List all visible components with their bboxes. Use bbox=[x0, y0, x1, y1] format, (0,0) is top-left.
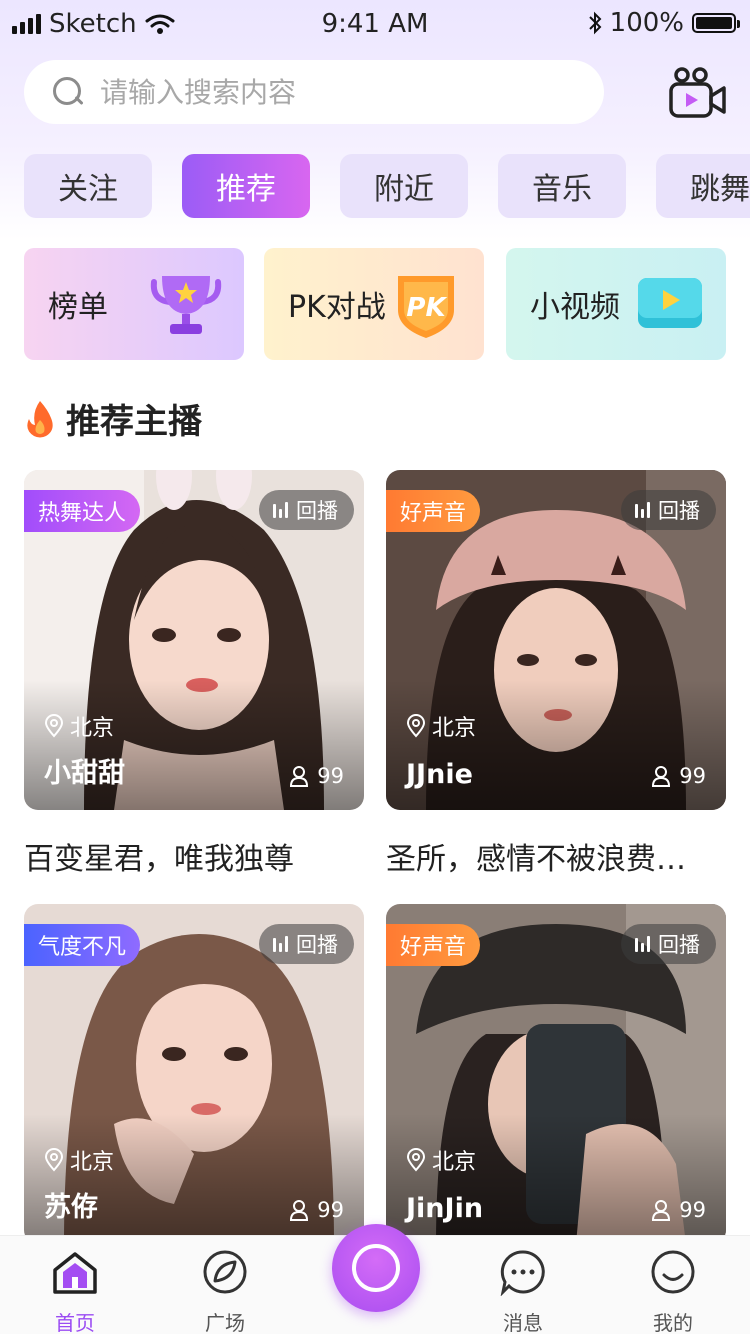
tab-nearby[interactable]: 附近 bbox=[340, 154, 468, 218]
viewer-count-value: 99 bbox=[679, 1198, 706, 1222]
nav-profile[interactable]: 我的 bbox=[618, 1246, 728, 1336]
replay-badge[interactable]: 回播 bbox=[621, 924, 716, 964]
audio-bars-icon bbox=[273, 502, 288, 518]
streamer-name: JinJin bbox=[406, 1193, 484, 1224]
photo-overlay bbox=[24, 680, 364, 810]
location-pin-icon bbox=[44, 1148, 64, 1172]
nav-profile-label: 我的 bbox=[653, 1311, 693, 1335]
message-icon bbox=[500, 1250, 545, 1297]
search-icon bbox=[52, 76, 84, 108]
location-label: 北京 bbox=[70, 1150, 115, 1175]
streamer-tag: 气度不凡 bbox=[24, 924, 141, 966]
location-pin-icon bbox=[406, 714, 426, 738]
user-icon bbox=[290, 1200, 309, 1221]
replay-label: 回播 bbox=[658, 933, 700, 957]
viewer-count-value: 99 bbox=[317, 1198, 344, 1222]
viewer-count-value: 99 bbox=[317, 764, 344, 788]
streamer-tag: 好声音 bbox=[386, 490, 481, 532]
start-live-button[interactable] bbox=[332, 1224, 420, 1312]
profile-icon bbox=[651, 1250, 695, 1294]
live-camera-icon[interactable] bbox=[668, 66, 728, 120]
video-play-icon bbox=[638, 278, 702, 328]
user-icon bbox=[652, 766, 671, 787]
feature-pk-label: PK对战 bbox=[288, 290, 386, 325]
feature-ranking-label: 榜单 bbox=[48, 290, 108, 325]
streamer-caption: 圣所，感情不被浪费… bbox=[386, 842, 686, 877]
nav-square[interactable]: 广场 bbox=[170, 1246, 280, 1336]
home-icon bbox=[53, 1252, 97, 1294]
flame-icon bbox=[27, 400, 53, 437]
nav-home-label: 首页 bbox=[55, 1311, 95, 1335]
location-label: 北京 bbox=[432, 1150, 477, 1175]
status-bar: Sketch 9:41 AM 100% bbox=[0, 0, 750, 44]
photo-overlay bbox=[24, 1114, 364, 1244]
replay-badge[interactable]: 回播 bbox=[259, 490, 354, 530]
streamer-name: 小甜甜 bbox=[44, 758, 125, 789]
location-label: 北京 bbox=[432, 716, 477, 741]
location: 北京 bbox=[406, 1144, 476, 1176]
tab-follow[interactable]: 关注 bbox=[24, 154, 152, 218]
replay-label: 回播 bbox=[296, 933, 338, 957]
location-label: 北京 bbox=[70, 716, 115, 741]
streamer-card[interactable]: 好声音 回播 北京 JJnie 99 bbox=[386, 470, 726, 810]
search-input[interactable] bbox=[98, 74, 542, 110]
audio-bars-icon bbox=[273, 936, 288, 952]
location: 北京 bbox=[44, 1144, 114, 1176]
nav-messages-label: 消息 bbox=[503, 1311, 543, 1335]
tab-music[interactable]: 音乐 bbox=[498, 154, 626, 218]
replay-label: 回播 bbox=[658, 499, 700, 523]
replay-badge[interactable]: 回播 bbox=[621, 490, 716, 530]
live-ring-icon bbox=[352, 1244, 400, 1292]
feature-ranking-card[interactable]: 榜单 bbox=[24, 248, 244, 360]
replay-badge[interactable]: 回播 bbox=[259, 924, 354, 964]
location: 北京 bbox=[44, 710, 114, 742]
streamer-name: JJnie bbox=[406, 759, 473, 790]
viewer-count: 99 bbox=[651, 1198, 706, 1222]
streamer-caption: 百变星君，唯我独尊 bbox=[24, 842, 294, 877]
section-title: 推荐主播 bbox=[24, 394, 202, 443]
svg-text:PK: PK bbox=[406, 293, 447, 323]
tab-dance[interactable]: 跳舞 bbox=[656, 154, 750, 218]
user-icon bbox=[652, 1200, 671, 1221]
location: 北京 bbox=[406, 710, 476, 742]
replay-label: 回播 bbox=[296, 499, 338, 523]
audio-bars-icon bbox=[635, 936, 650, 952]
photo-overlay bbox=[386, 680, 726, 810]
user-icon bbox=[290, 766, 309, 787]
pk-shield-icon: PK bbox=[398, 276, 454, 338]
viewer-count-value: 99 bbox=[679, 764, 706, 788]
bluetooth-icon bbox=[588, 11, 602, 35]
nav-home[interactable]: 首页 bbox=[20, 1246, 130, 1336]
streamer-card[interactable]: 好声音 回播 北京 JinJin 99 bbox=[386, 904, 726, 1244]
streamer-tag: 热舞达人 bbox=[24, 490, 141, 532]
viewer-count: 99 bbox=[651, 764, 706, 788]
feature-short-video-label: 小视频 bbox=[530, 290, 620, 325]
search-bar[interactable] bbox=[24, 60, 604, 124]
streamer-tag: 好声音 bbox=[386, 924, 481, 966]
streamer-card[interactable]: 热舞达人 回播 北京 小甜甜 99 bbox=[24, 470, 364, 810]
streamer-name: 苏侟 bbox=[44, 1192, 98, 1223]
audio-bars-icon bbox=[635, 502, 650, 518]
trophy-icon bbox=[150, 276, 222, 334]
location-pin-icon bbox=[44, 714, 64, 738]
feature-short-video-card[interactable]: 小视频 bbox=[506, 248, 726, 360]
battery-icon bbox=[692, 13, 740, 33]
compass-icon bbox=[203, 1250, 247, 1294]
category-tabs: 关注 推荐 附近 音乐 跳舞 bbox=[24, 154, 750, 218]
viewer-count: 99 bbox=[289, 764, 344, 788]
battery-percent: 100% bbox=[609, 8, 684, 38]
photo-overlay bbox=[386, 1114, 726, 1244]
feature-pk-card[interactable]: PK对战 PK bbox=[264, 248, 484, 360]
nav-square-label: 广场 bbox=[205, 1311, 245, 1335]
section-title-text: 推荐主播 bbox=[66, 402, 202, 442]
streamer-card[interactable]: 气度不凡 回播 北京 苏侟 99 bbox=[24, 904, 364, 1244]
nav-messages[interactable]: 消息 bbox=[468, 1246, 578, 1336]
viewer-count: 99 bbox=[289, 1198, 344, 1222]
location-pin-icon bbox=[406, 1148, 426, 1172]
tab-recommend[interactable]: 推荐 bbox=[182, 154, 310, 218]
